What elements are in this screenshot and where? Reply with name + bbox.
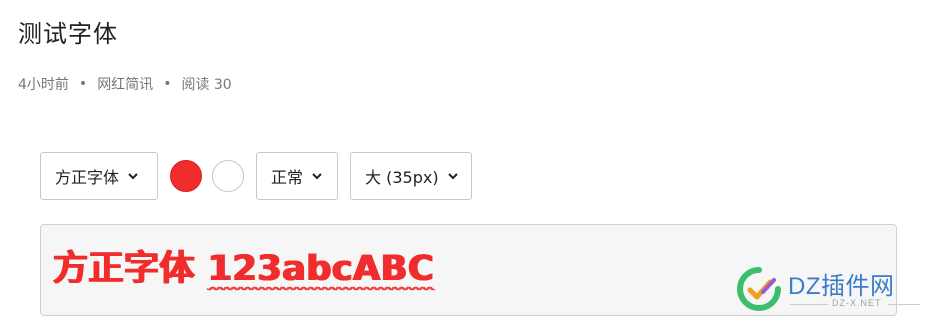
font-preview-text: 方正字体 123abcABC	[53, 245, 434, 293]
font-family-value: 方正字体	[55, 168, 120, 187]
font-size-value: 大 (35px)	[365, 168, 439, 187]
color-swatch-red[interactable]	[170, 160, 202, 192]
font-family-select[interactable]: 方正字体	[40, 152, 158, 200]
font-weight-value: 正常	[271, 168, 304, 187]
font-weight-select[interactable]: 正常	[256, 152, 338, 200]
chevron-down-icon	[128, 173, 138, 180]
watermark-logo: DZ插件网 DZ-X.NET	[736, 264, 926, 314]
watermark-divider	[790, 304, 828, 305]
meta-separator: •	[78, 76, 88, 92]
meta-read-count: 阅读 30	[181, 77, 232, 93]
preview-cjk-text: 方正字体	[53, 249, 196, 289]
meta-time: 4小时前	[18, 77, 69, 93]
page-title: 测试字体	[18, 20, 118, 48]
font-toolbar: 方正字体 正常 大 (35px)	[40, 152, 484, 200]
chevron-down-icon	[312, 173, 322, 180]
watermark-subtext: DZ-X.NET	[832, 298, 882, 308]
meta-category-link[interactable]: 网红简讯	[97, 74, 153, 94]
watermark-divider	[888, 304, 920, 305]
meta-separator: •	[163, 76, 172, 92]
preview-alnum-text: 123abcABC	[207, 249, 435, 289]
article-meta: 4小时前 • 网红简讯 • 阅读 30	[18, 74, 232, 94]
chevron-down-icon	[447, 173, 458, 180]
watermark-text: DZ插件网	[788, 273, 895, 300]
color-swatch-white[interactable]	[212, 160, 244, 192]
font-size-select[interactable]: 大 (35px)	[350, 152, 472, 200]
check-logo-icon	[737, 267, 781, 311]
